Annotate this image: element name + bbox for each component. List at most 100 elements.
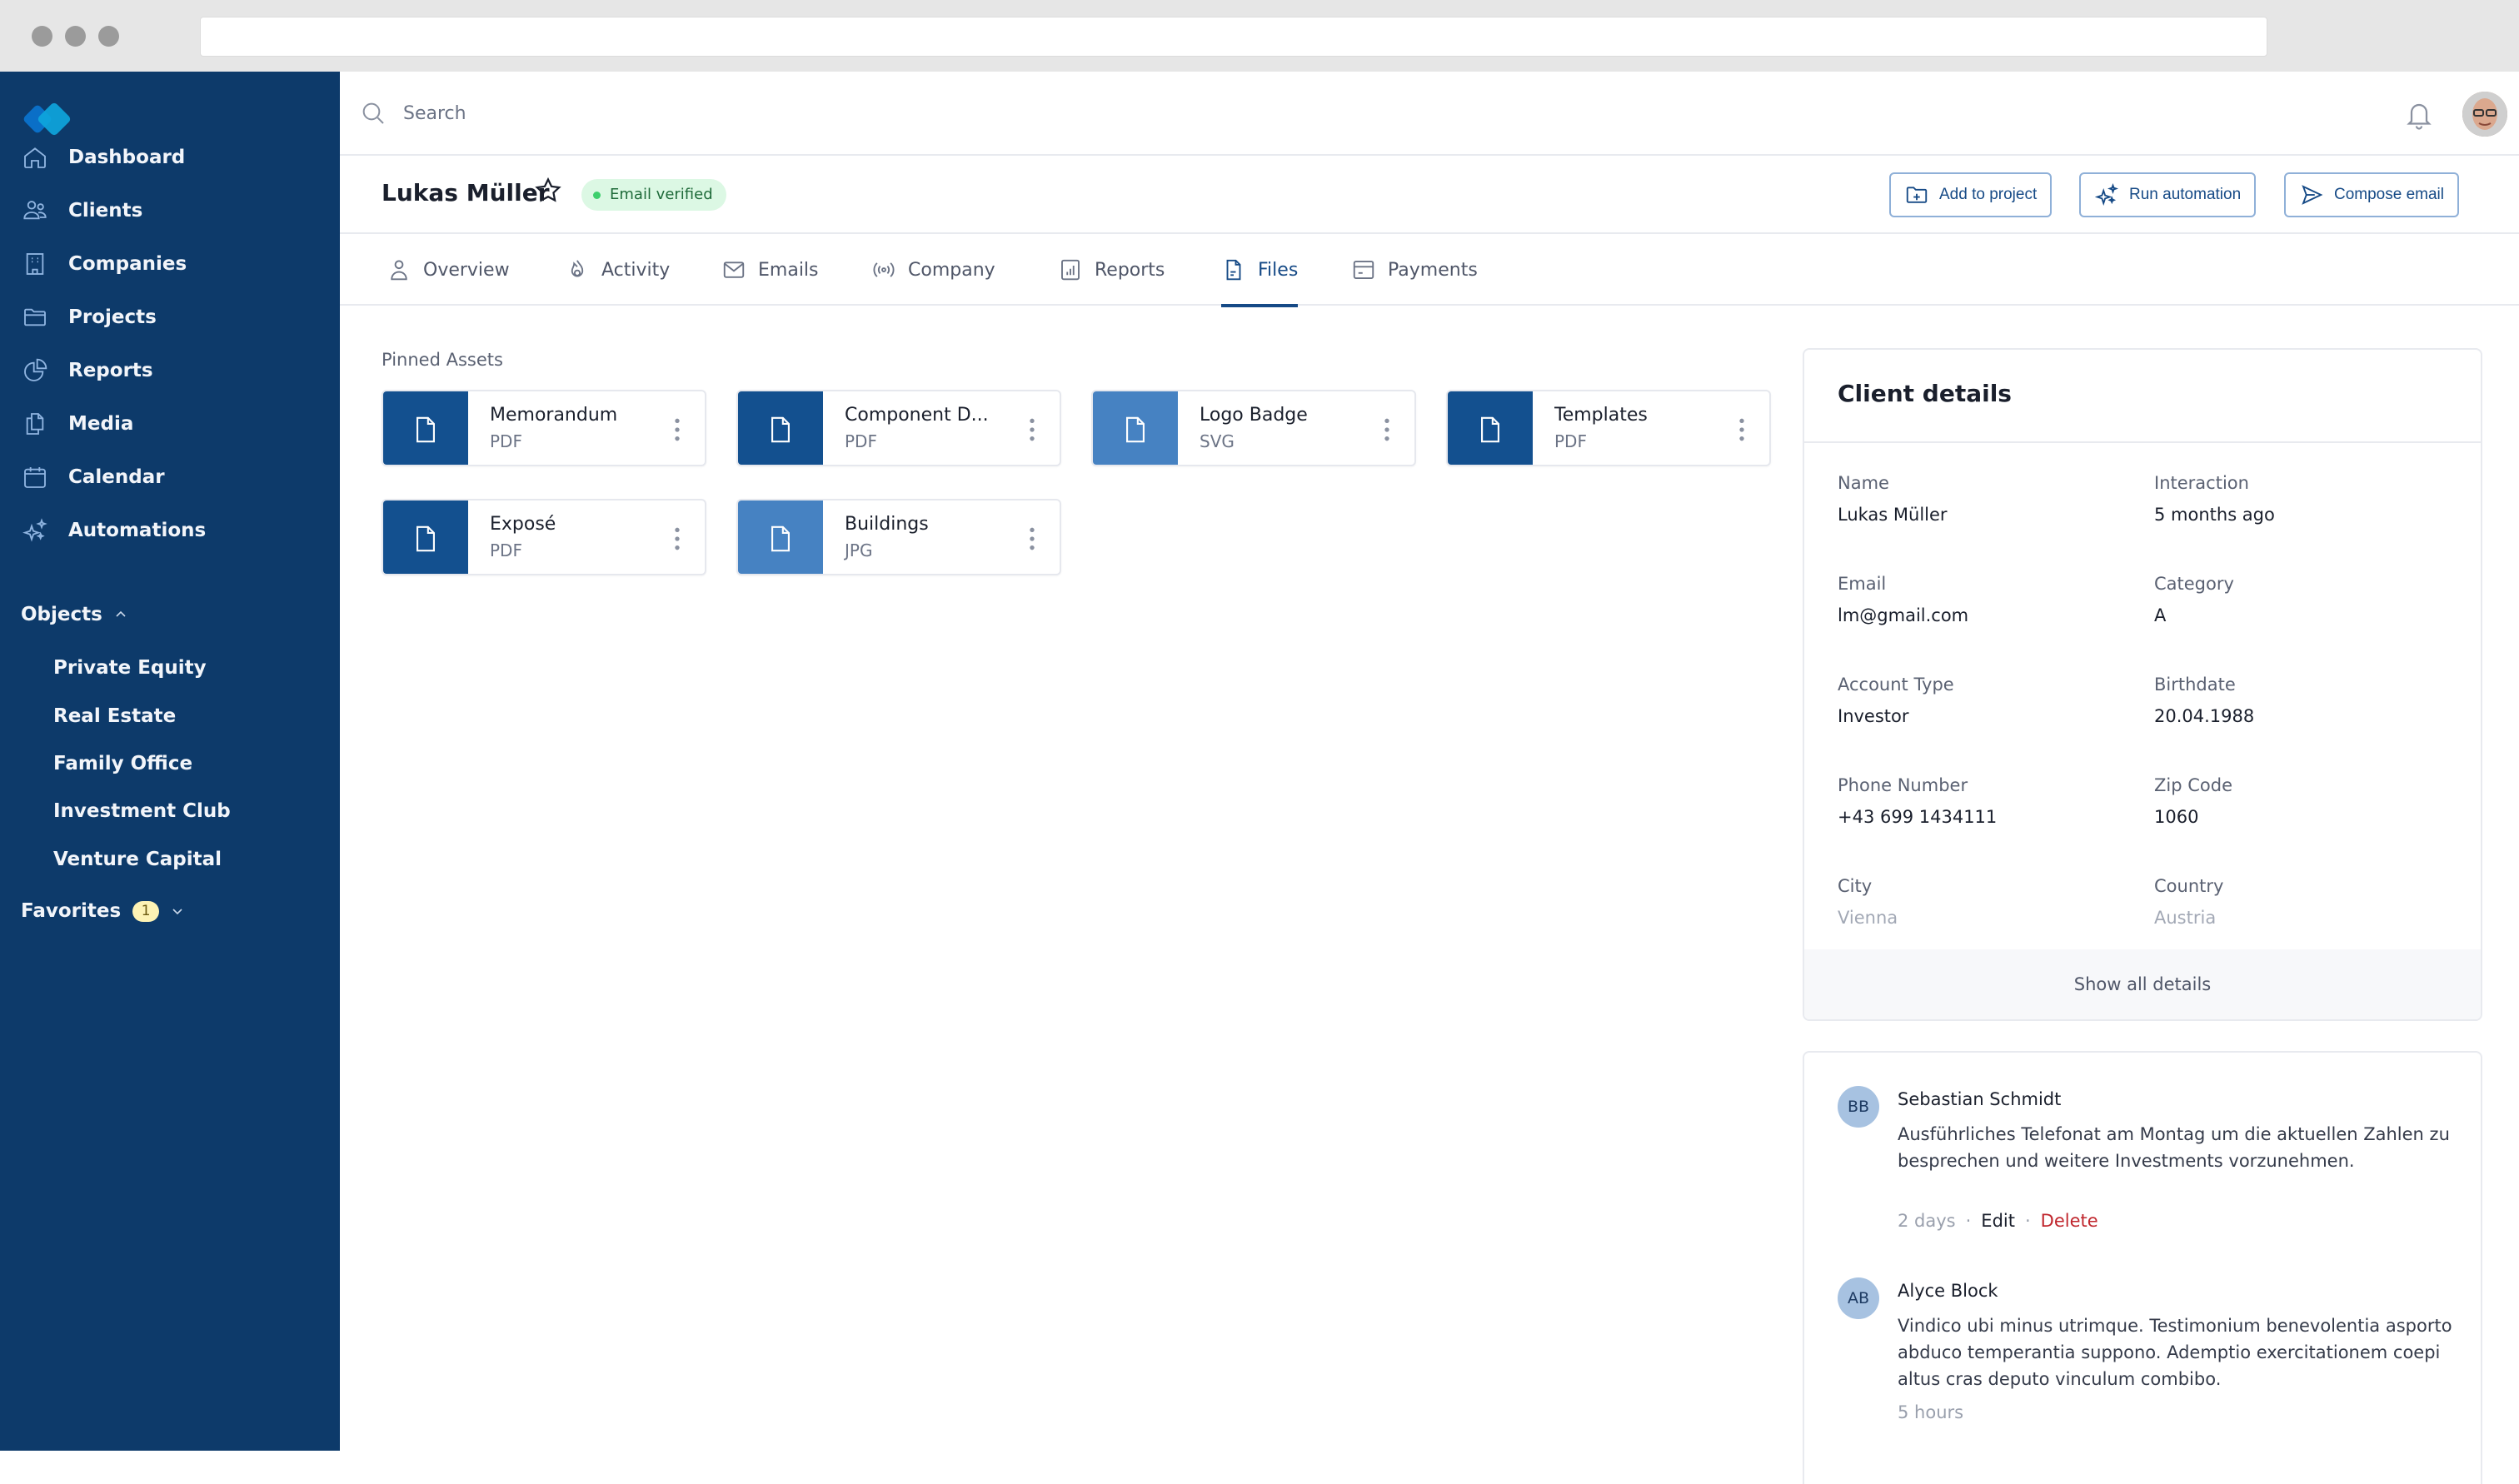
favorites-label: Favorites [21,900,122,922]
address-bar[interactable] [200,17,2267,57]
file-icon [417,416,435,443]
favorites-group-toggle[interactable]: Favorites 1 [21,894,184,928]
more-vertical-icon[interactable] [1026,525,1038,552]
tab-emails[interactable]: Emails [721,234,819,306]
add-to-project-button[interactable]: Add to project [1889,172,2053,217]
detail-value: Austria [2154,908,2217,928]
calendar-icon [24,467,46,488]
more-vertical-icon[interactable] [671,525,683,552]
sidebar-object-investment-club[interactable]: Investment Club [53,794,231,828]
more-vertical-icon[interactable] [1736,416,1748,443]
tab-files[interactable]: Files [1221,234,1299,307]
search-input[interactable] [403,93,1070,133]
sidebar-item-dashboard[interactable]: Dashboard [0,135,340,180]
more-vertical-icon[interactable] [1026,416,1038,443]
comment-item: AB Alyce Block Vindico ubi minus utrimqu… [1838,1277,2454,1444]
user-avatar[interactable] [2462,92,2507,137]
detail-label: City [1838,876,1873,896]
sidebar-item-label: Projects [68,306,157,328]
tab-label: Activity [601,259,671,281]
asset-thumbnail [738,500,823,574]
window-maximize-dot[interactable] [98,26,119,47]
sidebar-item-projects[interactable]: Projects [0,295,340,340]
file-icon [771,416,790,443]
sidebar-object-venture-capital[interactable]: Venture Capital [53,843,222,876]
sidebar-object-real-estate[interactable]: Real Estate [53,700,176,733]
detail-label: Account Type [1838,675,1954,695]
more-vertical-icon[interactable] [671,416,683,443]
sidebar-item-calendar[interactable]: Calendar [0,455,340,500]
show-all-details-button[interactable]: Show all details [1804,949,2481,1019]
sparkles-icon [2094,183,2118,206]
pinned-asset-tile[interactable]: Templates PDF [1446,390,1771,466]
sidebar-item-automations[interactable]: Automations [0,508,340,553]
tab-reports[interactable]: Reports [1058,234,1165,306]
pinned-asset-tile[interactable]: Component D... PDF [736,390,1061,466]
tab-payments[interactable]: Payments [1351,234,1478,306]
user-icon [391,260,407,281]
tab-overview[interactable]: Overview [387,234,510,306]
detail-field: Birthdate 20.04.1988 [2154,675,2454,726]
file-icon [417,525,435,552]
more-vertical-icon[interactable] [1381,416,1393,443]
client-details-title: Client details [1838,380,2012,407]
sidebar-item-media[interactable]: Media [0,401,340,446]
detail-field: Account Type Investor [1838,675,2137,726]
copy-icon [26,413,44,435]
sidebar-item-companies[interactable]: Companies [0,242,340,286]
file-icon [1481,416,1499,443]
bell-icon[interactable] [2404,98,2434,132]
sidebar-item-clients[interactable]: Clients [0,188,340,233]
folder-icon [24,308,46,326]
sidebar-item-label: Media [68,413,134,435]
sidebar-object-family-office[interactable]: Family Office [53,747,192,780]
pie-chart-icon [24,358,47,381]
detail-field: Interaction 5 months ago [2154,473,2454,525]
run-automation-button[interactable]: Run automation [2079,172,2257,217]
search-icon [362,102,384,124]
detail-value: +43 699 1434111 [1838,807,1998,827]
edit-comment-button[interactable]: Edit [1981,1211,2015,1231]
pinned-asset-tile[interactable]: Exposé PDF [382,499,706,575]
comment-time: 2 days [1898,1211,1956,1231]
detail-value: Lukas Müller [1838,505,1948,525]
detail-value: 5 months ago [2154,505,2275,525]
pinned-asset-tile[interactable]: Logo Badge SVG [1091,390,1416,466]
tab-activity[interactable]: Activity [565,234,670,306]
asset-thumbnail [1093,391,1178,465]
file-icon [771,525,790,552]
file-icon [1126,416,1145,443]
sidebar-object-private-equity[interactable]: Private Equity [53,651,207,685]
window-close-dot[interactable] [32,26,52,47]
asset-name: Memorandum [490,405,618,426]
tab-label: Payments [1388,259,1478,281]
comment-meta: 2 days · Edit · Delete [1898,1211,2098,1231]
profile-header: Lukas Müller Email verified Add to proje… [340,156,2519,234]
delete-comment-button[interactable]: Delete [2041,1211,2098,1231]
detail-value: A [2154,605,2167,625]
tab-company[interactable]: Company [871,234,995,306]
sidebar-item-label: Reports [68,360,153,381]
window-minimize-dot[interactable] [65,26,86,47]
sidebar-item-label: Dashboard [68,147,186,168]
detail-value: Investor [1838,706,1909,726]
pinned-asset-tile[interactable]: Buildings JPG [736,499,1061,575]
tab-label: Emails [758,259,819,281]
star-icon[interactable] [533,176,563,206]
pinned-asset-tile[interactable]: Memorandum PDF [382,390,706,466]
separator-dot: · [2024,1211,2031,1231]
comment-item: BB Sebastian Schmidt Ausführliches Telef… [1838,1086,2454,1252]
detail-label: Zip Code [2154,775,2232,795]
detail-value: 20.04.1988 [2154,706,2255,726]
home-icon [24,147,46,168]
email-verified-badge: Email verified [581,179,726,211]
objects-group-toggle[interactable]: Objects [21,598,127,631]
folder-plus-icon [1906,187,1928,203]
sidebar-item-label: Companies [68,253,187,275]
favorites-count-badge: 1 [132,900,160,922]
sidebar-item-reports[interactable]: Reports [0,348,340,393]
mail-icon [723,261,745,278]
flame-icon [571,260,584,277]
compose-email-button[interactable]: Compose email [2284,172,2459,217]
detail-field: Email lm@gmail.com [1838,574,2137,625]
